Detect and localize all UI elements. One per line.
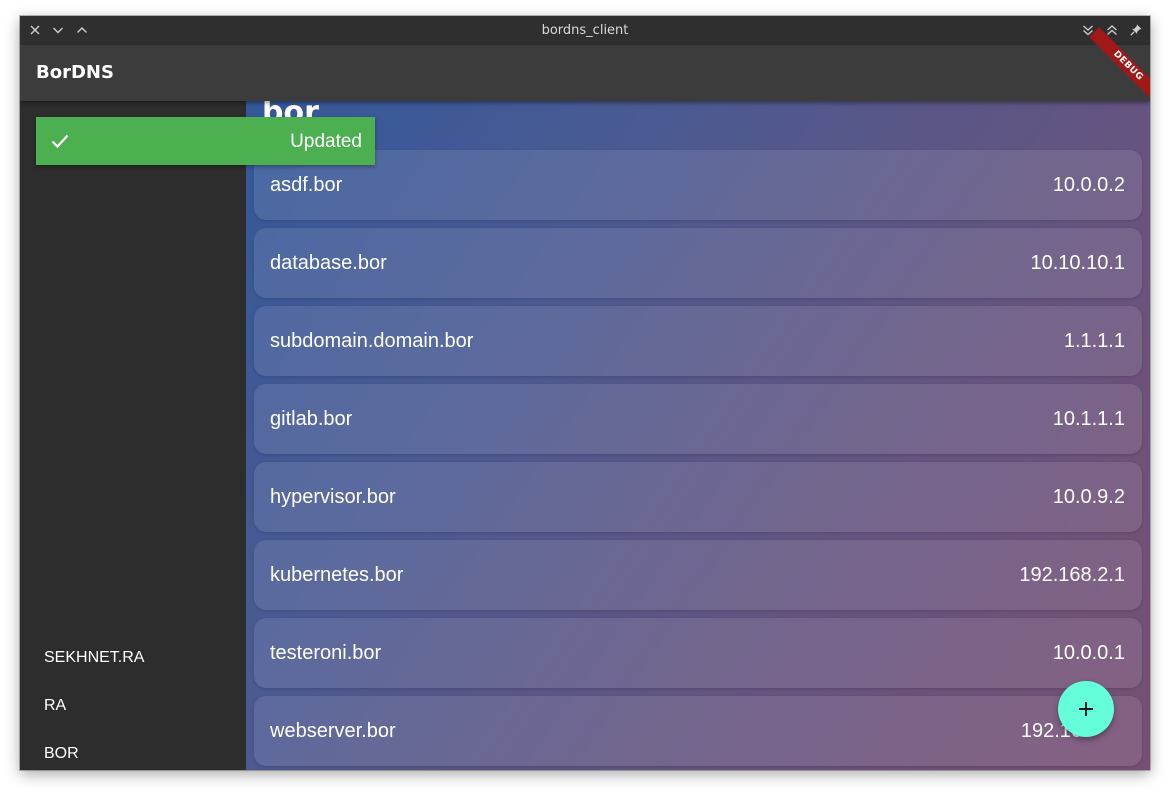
record-name: testeroni.bor [270,642,382,664]
record-row[interactable]: webserver.bor 192.16 [254,696,1142,766]
record-ip: 10.10.10.1 [1030,252,1125,274]
record-ip: 10.0.0.2 [1052,174,1125,196]
sidebar-item-bor[interactable]: BOR [44,745,79,763]
record-ip: 10.0.0.1 [1052,642,1125,664]
record-name: database.bor [270,252,387,274]
record-row[interactable]: database.bor 10.10.10.1 [254,228,1142,298]
app-bar: BorDNS DEBUG [20,27,1150,105]
record-row[interactable]: kubernetes.bor 192.168.2.1 [254,540,1142,610]
record-row[interactable]: hypervisor.bor 10.0.9.2 [254,462,1142,532]
sidebar-item-sekhnet-ra[interactable]: SEKHNET.RA [44,649,144,667]
record-row[interactable]: asdf.bor 10.0.0.2 [254,150,1142,220]
record-name: kubernetes.bor [270,564,404,586]
record-name: asdf.bor [270,174,343,196]
app-window: bordns_client BorDNS DEBUG SEKHNET.RA RA… [20,16,1150,770]
record-ip: 192.168.2.1 [1019,564,1125,586]
add-record-button[interactable] [1058,681,1114,737]
zone-sidebar: SEKHNET.RA RA BOR [20,101,246,770]
record-name: gitlab.bor [270,408,353,430]
record-name: subdomain.domain.bor [270,330,474,352]
record-ip: 1.1.1.1 [1063,330,1125,352]
toast-message: Updated [290,131,362,152]
record-name: webserver.bor [270,720,396,742]
record-row[interactable]: subdomain.domain.bor 1.1.1.1 [254,306,1142,376]
check-icon [50,131,70,151]
record-name: hypervisor.bor [270,486,396,508]
record-ip: 10.0.9.2 [1052,486,1125,508]
window-title: bordns_client [541,23,629,38]
record-ip: 10.1.1.1 [1052,408,1125,430]
plus-icon [1079,702,1093,716]
records-panel: bor asdf.bor 10.0.0.2 database.bor 10.10… [246,101,1150,770]
sidebar-item-ra[interactable]: RA [44,697,66,715]
window-titlebar: bordns_client [20,16,1150,45]
app-title: BorDNS [36,62,114,83]
record-row[interactable]: gitlab.bor 10.1.1.1 [254,384,1142,454]
pin-icon[interactable] [1129,23,1143,37]
snackbar-toast: Updated [36,117,375,165]
record-row[interactable]: testeroni.bor 10.0.0.1 [254,618,1142,688]
